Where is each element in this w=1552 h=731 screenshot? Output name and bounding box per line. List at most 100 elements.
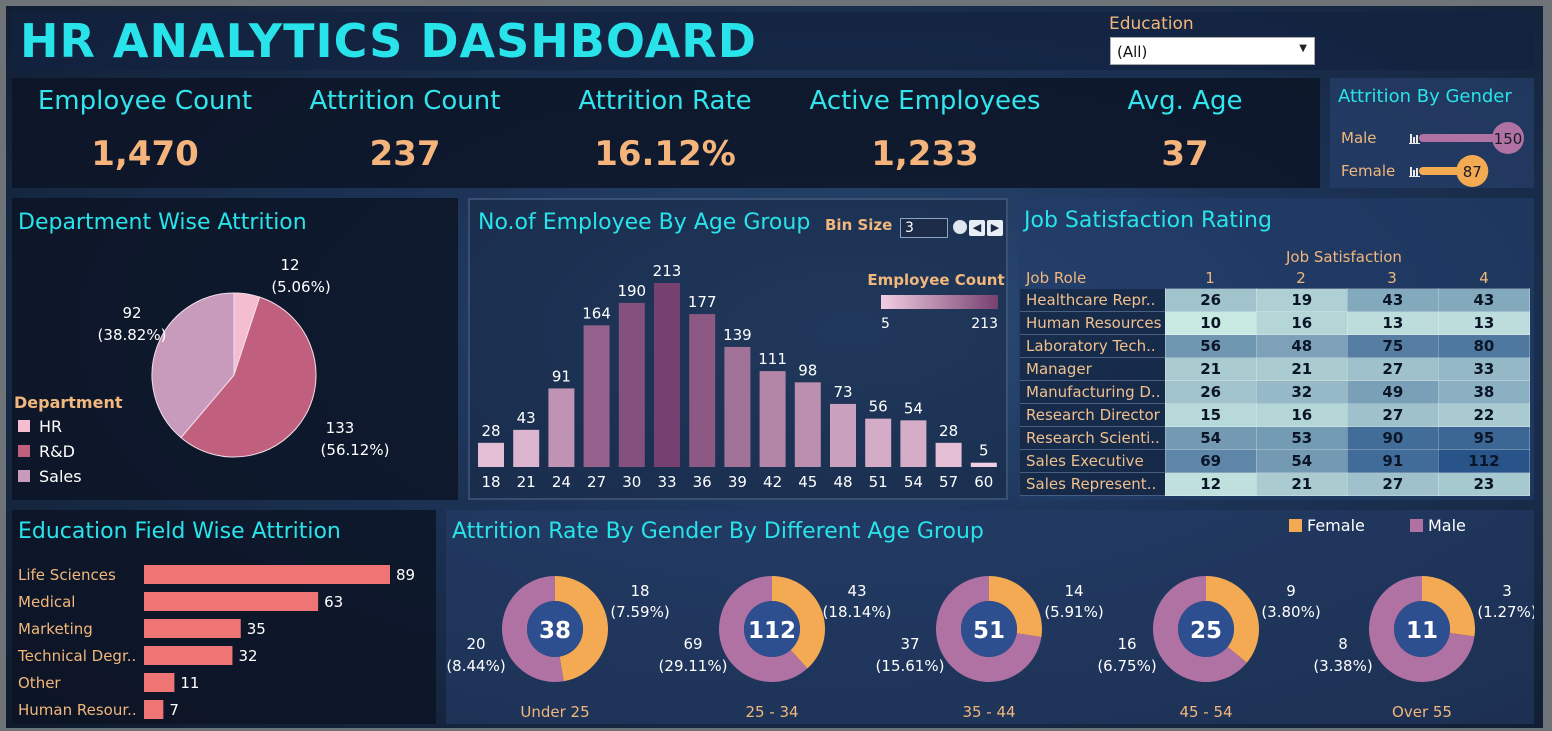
kpi-value: 37 (1161, 134, 1209, 174)
donut-male-value: 69 (683, 635, 702, 653)
donut-female-pct: (7.59%) (610, 603, 669, 621)
age-bar (970, 462, 997, 467)
age-tick-label: 18 (481, 473, 500, 491)
education-field-value: 63 (324, 593, 343, 611)
age-bar (830, 403, 856, 467)
job-satisfaction-cell: 16 (1255, 403, 1348, 427)
age-bar-value: 98 (798, 361, 817, 379)
age-bar-value: 54 (904, 399, 923, 417)
bin-size-label: Bin Size (825, 216, 893, 234)
education-filter-label: Education (1109, 14, 1194, 34)
donut-male-pct: (8.44%) (446, 657, 505, 675)
education-field-value: 11 (180, 674, 199, 692)
job-satisfaction-cell: 49 (1346, 380, 1439, 404)
donut-group-label: 35 - 44 (962, 703, 1015, 721)
job-satisfaction-cell: 27 (1346, 357, 1439, 381)
job-satisfaction-cell: 33 (1437, 357, 1531, 381)
donut-male-pct: (15.61%) (876, 657, 945, 675)
settings-icon[interactable] (953, 220, 967, 234)
age-group-chart: 28 18 43 21 91 24 164 27 190 30 213 33 177 36 139 39 111… (478, 262, 1005, 491)
age-tick-label: 48 (833, 473, 852, 491)
age-bar (794, 382, 821, 467)
job-satisfaction-cell: 53 (1255, 426, 1348, 450)
age-bar-value: 177 (688, 293, 717, 311)
donut-female-pct: (1.27%) (1477, 603, 1534, 621)
legend-label: R&D (39, 442, 75, 461)
education-field-bar (144, 646, 233, 665)
legend-swatch (18, 470, 30, 482)
job-satisfaction-cell: 26 (1164, 380, 1257, 404)
age-bar (583, 325, 610, 467)
job-satisfaction-cell: 12 (1164, 472, 1257, 496)
donut-male-pct: (6.75%) (1097, 657, 1156, 675)
chevron-down-icon[interactable]: ▼ (1299, 43, 1307, 54)
bin-size-input[interactable]: 3 (900, 218, 948, 238)
job-satisfaction-cell: 22 (1437, 403, 1531, 427)
age-bar-value: 213 (653, 262, 682, 280)
education-field-bar (144, 673, 175, 692)
kpi-value: 16.12% (594, 134, 736, 174)
department-legend-title: Department (14, 393, 123, 412)
job-satisfaction-cell: 10 (1164, 311, 1257, 335)
donut-group-label: 45 - 54 (1179, 703, 1232, 721)
gender-label: Female (1341, 162, 1395, 180)
pie-pct-label: (38.82%) (98, 326, 167, 344)
legend-swatch (18, 420, 30, 432)
donut-group-label: Over 55 (1392, 703, 1452, 721)
kpi-label: Attrition Count (309, 86, 501, 116)
age-tick-label: 21 (517, 473, 536, 491)
job-satisfaction-cell: 112 (1437, 449, 1531, 473)
department-panel-title: Department Wise Attrition (18, 210, 307, 235)
gender-age-donut-chart: 3818(7.59%)20(8.44%)Under 2511243(18.14%… (446, 576, 1534, 721)
education-field-value: 35 (247, 620, 266, 638)
job-satisfaction-cell: 26 (1164, 288, 1257, 312)
donut-male-pct: (29.11%) (659, 657, 728, 675)
job-role-label: Manufacturing D.. (1020, 380, 1166, 404)
education-field-title: Education Field Wise Attrition (18, 519, 341, 544)
job-satisfaction-cell: 27 (1346, 403, 1439, 427)
age-bar-value: 43 (517, 409, 536, 427)
job-satisfaction-column-header: 1 (1205, 269, 1215, 287)
age-bar (865, 418, 892, 467)
age-bar-value: 139 (723, 326, 752, 344)
job-satisfaction-column-header: 4 (1479, 269, 1489, 287)
donut-female-value: 3 (1502, 582, 1512, 600)
job-satisfaction-cell: 21 (1164, 357, 1257, 381)
chevron-left-icon[interactable]: ◀ (969, 220, 985, 236)
legend-swatch (18, 445, 30, 457)
age-tick-label: 33 (657, 473, 676, 491)
job-satisfaction-row: Human Resources 10 16 13 13 (1020, 311, 1531, 335)
legend-label: Sales (39, 467, 82, 486)
chevron-right-icon[interactable]: ▶ (987, 220, 1003, 236)
legend-label: HR (39, 417, 62, 436)
kpi-label: Avg. Age (1127, 86, 1243, 116)
education-field-bar (144, 700, 164, 719)
job-satisfaction-cell: 43 (1437, 288, 1531, 312)
color-legend-title: Employee Count (867, 271, 1004, 289)
gender-value: 150 (1494, 130, 1523, 148)
age-tick-label: 36 (693, 473, 712, 491)
donut-male-pct: (3.38%) (1313, 657, 1372, 675)
job-satisfaction-cell: 54 (1164, 426, 1257, 450)
job-satisfaction-row: Manufacturing D.. 26 32 49 38 (1020, 380, 1531, 404)
job-role-label: Research Scienti.. (1020, 426, 1166, 450)
kpi-label: Active Employees (809, 86, 1041, 116)
color-legend-min: 5 (881, 316, 890, 332)
age-bar-value: 5 (979, 442, 989, 460)
donut-male-value: 16 (1117, 635, 1136, 653)
education-field-label: Life Sciences (18, 566, 116, 584)
donut-group-label: 25 - 34 (745, 703, 798, 721)
education-filter-value: (All) (1117, 43, 1148, 61)
donut-female-pct: (18.14%) (823, 603, 892, 621)
job-satisfaction-column-header: 2 (1296, 269, 1306, 287)
age-tick-label: 39 (728, 473, 747, 491)
education-field-bar (144, 619, 241, 638)
education-filter-dropdown[interactable]: (All) ▼ (1110, 37, 1315, 65)
age-bar (689, 314, 716, 467)
job-satisfaction-cell: 38 (1437, 380, 1531, 404)
age-bar-value: 28 (481, 422, 500, 440)
donut-female-value: 14 (1064, 582, 1083, 600)
job-role-label: Sales Represent.. (1020, 472, 1166, 496)
job-satisfaction-table: Healthcare Repr.. 26 19 43 43 Human Resources… (1020, 288, 1531, 496)
job-satisfaction-cell: 69 (1164, 449, 1257, 473)
